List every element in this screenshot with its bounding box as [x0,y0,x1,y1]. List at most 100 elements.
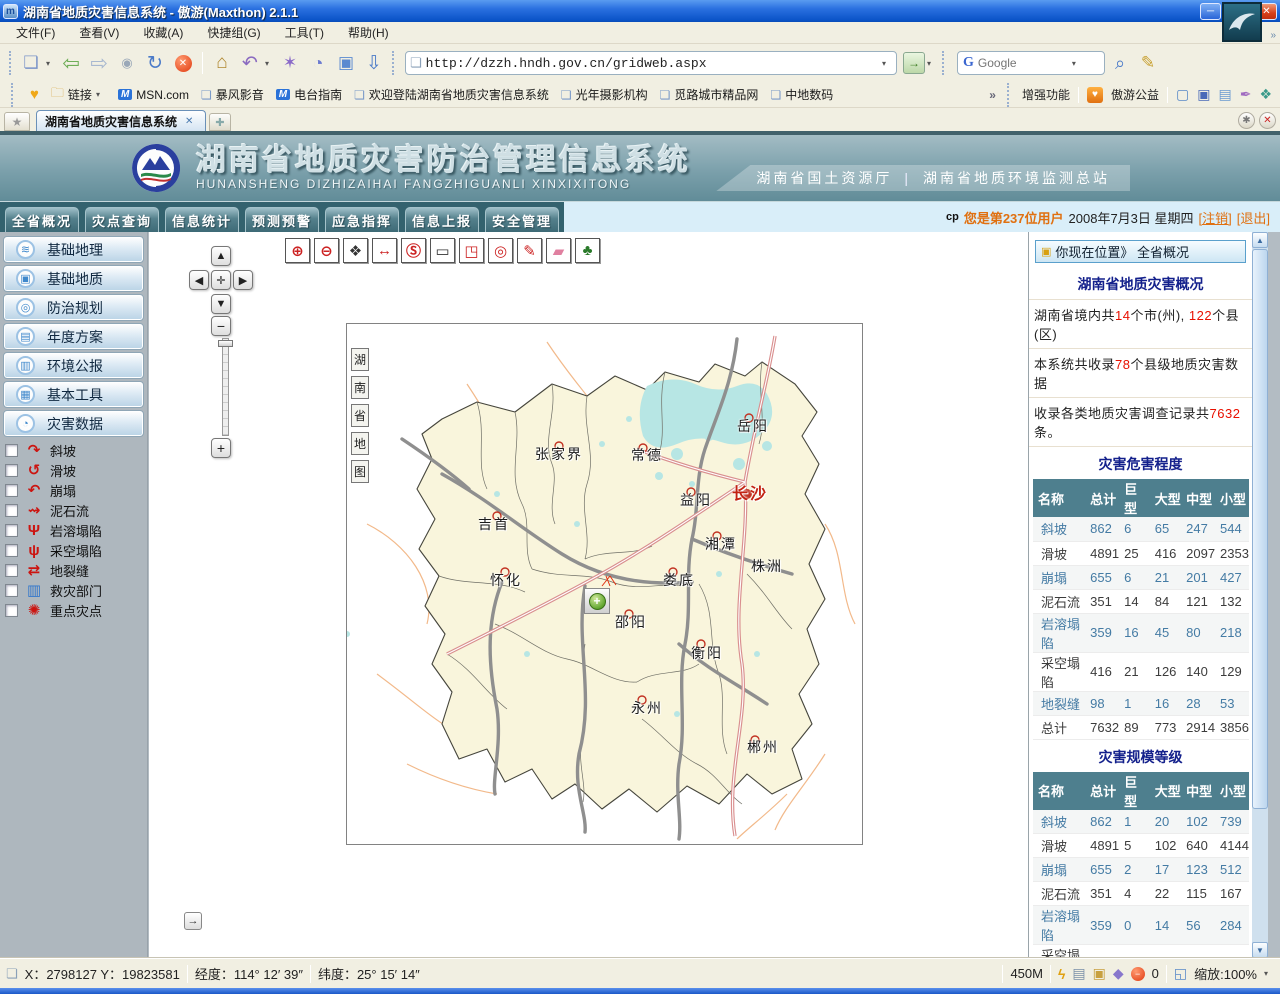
history-dropdown-button[interactable]: ◉ [114,50,140,76]
map-tool-button[interactable]: ◳ [459,238,484,263]
nav-tab[interactable]: 安全管理 [485,207,559,232]
undo-button[interactable]: ↶ [237,50,263,76]
map-layer-tab[interactable]: 省 [351,404,369,427]
performance-lightning-icon[interactable]: ϟ [1058,966,1065,982]
map-tool-button[interactable]: ◎ [488,238,513,263]
map-tool-button[interactable]: ⊖ [314,238,339,263]
forward-button[interactable]: ⇨ [86,50,112,76]
search-engine-dropdown[interactable]: ▾ [1072,59,1082,68]
notes-icon[interactable]: ▣ [1093,965,1106,982]
zoom-slider-track[interactable] [222,338,229,436]
map-layer-tab[interactable]: 南 [351,376,369,399]
zoom-caret[interactable]: ▾ [1264,969,1274,978]
go-caret[interactable]: ▾ [927,59,937,68]
layer-checkbox[interactable] [5,484,18,497]
link-msn[interactable]: M MSN.com [118,88,189,102]
sidebar-accordion-button[interactable]: ▤ 年度方案 [3,323,144,350]
collapse-chevron-icon[interactable]: » [1270,30,1276,41]
charity-link[interactable]: 傲游公益 [1111,86,1159,103]
vertical-scrollbar[interactable]: ▲ ▼ [1252,232,1268,958]
link-item[interactable]: ❏ 觅路城市精品网 [660,86,759,103]
go-button[interactable]: → [903,52,925,74]
map-tool-button[interactable]: ✎ [517,238,542,263]
sidebar-accordion-button[interactable]: ≋ 基础地理 [3,236,144,263]
active-tab[interactable]: 湖南省地质灾害信息系统 ✕ [36,110,206,131]
sidebar-accordion-button[interactable]: ◎ 防治规划 [3,294,144,321]
skin-icon[interactable]: ▢ [1176,86,1189,103]
home-button[interactable]: ⌂ [209,50,235,76]
pen-cup-icon[interactable]: ✒ [1240,86,1252,103]
map-layer-tab[interactable]: 图 [351,460,369,483]
sidebar-accordion-button[interactable]: ▦ 基本工具 [3,381,144,408]
links-overflow[interactable]: » [989,88,996,102]
pan-up-button[interactable]: ▲ [211,246,231,266]
resize-icon[interactable]: ◱ [1174,965,1187,982]
stop-button[interactable]: ✕ [170,50,196,76]
nav-tab[interactable]: 应急指挥 [325,207,399,232]
minimize-button[interactable]: ─ [1200,3,1221,20]
pan-right-button[interactable]: ▶ [233,270,253,290]
banner-link-land-dept[interactable]: 湖南省国土资源厅 [756,168,892,188]
address-dropdown[interactable]: ▾ [882,59,892,68]
tab-star-icon[interactable]: ★ [4,112,30,131]
refresh-button[interactable]: ↻ [142,50,168,76]
scroll-down-icon[interactable]: ▼ [1252,942,1268,958]
history-clock-button[interactable]: ◔ [305,50,331,76]
exit-link[interactable]: [退出] [1237,208,1270,227]
map-pager-button[interactable]: → [184,912,202,930]
tab-settings-icon[interactable]: ✱ [1238,112,1255,129]
address-input[interactable] [426,56,878,71]
sidebar-accordion-button[interactable]: ▥ 环境公报 [3,352,144,379]
search-input[interactable] [978,56,1068,70]
map-layer-tab[interactable]: 地 [351,432,369,455]
layer-checkbox[interactable] [5,584,18,597]
back-button[interactable]: ⇦ [58,50,84,76]
map-tool-button[interactable]: ▭ [430,238,455,263]
layer-checkbox[interactable] [5,564,18,577]
search-button[interactable]: ⌕ [1107,50,1133,76]
menu-item[interactable]: 文件(F) [6,22,65,43]
nav-tab[interactable]: 灾点查询 [85,207,159,232]
window-icon[interactable]: ▣ [1197,86,1210,103]
tab-close-icon[interactable]: ✕ [185,116,193,127]
map-tool-button[interactable]: ❖ [343,238,368,263]
notes-icon[interactable]: ▤ [1218,86,1231,103]
layer-checkbox[interactable] [5,464,18,477]
addons-link[interactable]: 增强功能 [1022,86,1070,103]
zoom-slider-thumb[interactable] [218,340,233,347]
map-tool-button[interactable]: ♣ [575,238,600,263]
download-button[interactable]: ⇩ [361,50,387,76]
menu-item[interactable]: 工具(T) [275,22,334,43]
map-layer-tab[interactable]: 湖 [351,348,369,371]
puzzle-icon[interactable]: ❖ [1259,86,1272,103]
undo-caret[interactable]: ▾ [265,59,275,68]
layer-checkbox[interactable] [5,444,18,457]
links-folder[interactable]: 🗀 链接 ▾ [51,84,106,106]
menu-item[interactable]: 查看(V) [69,22,129,43]
google-icon[interactable]: G [963,55,974,71]
favorites-icon[interactable]: ♥ [30,86,39,103]
map-tool-button[interactable]: ▰ [546,238,571,263]
filter-diamond-icon[interactable]: ◆ [1113,965,1124,982]
layer-checkbox[interactable] [5,504,18,517]
nav-tab[interactable]: 预测预警 [245,207,319,232]
window-list-button[interactable]: ▣ [333,50,359,76]
highlight-button[interactable]: ✎ [1135,50,1161,76]
tab-list-close-icon[interactable]: ✕ [1259,112,1276,129]
nav-tab[interactable]: 全省概况 [5,207,79,232]
new-tab-button[interactable]: ✚ [209,113,231,131]
layer-checkbox[interactable] [5,524,18,537]
link-item[interactable]: ❏ 暴风影音 [201,86,264,103]
menu-item[interactable]: 快捷组(G) [197,22,270,43]
filter-wand-button[interactable]: ✶ [277,50,303,76]
scroll-up-icon[interactable]: ▲ [1252,232,1268,248]
nav-tab[interactable]: 信息上报 [405,207,479,232]
layer-checkbox[interactable] [5,604,18,617]
new-page-caret[interactable]: ▾ [46,59,56,68]
link-radio[interactable]: M 电台指南 [276,86,342,103]
map-tool-button[interactable]: Ⓢ [401,238,426,263]
link-item[interactable]: ❏ 光年摄影机构 [561,86,648,103]
adblock-badge-icon[interactable]: − [1131,967,1145,981]
map-tool-button[interactable]: ⊕ [285,238,310,263]
link-item[interactable]: ❏ 中地数码 [770,86,833,103]
